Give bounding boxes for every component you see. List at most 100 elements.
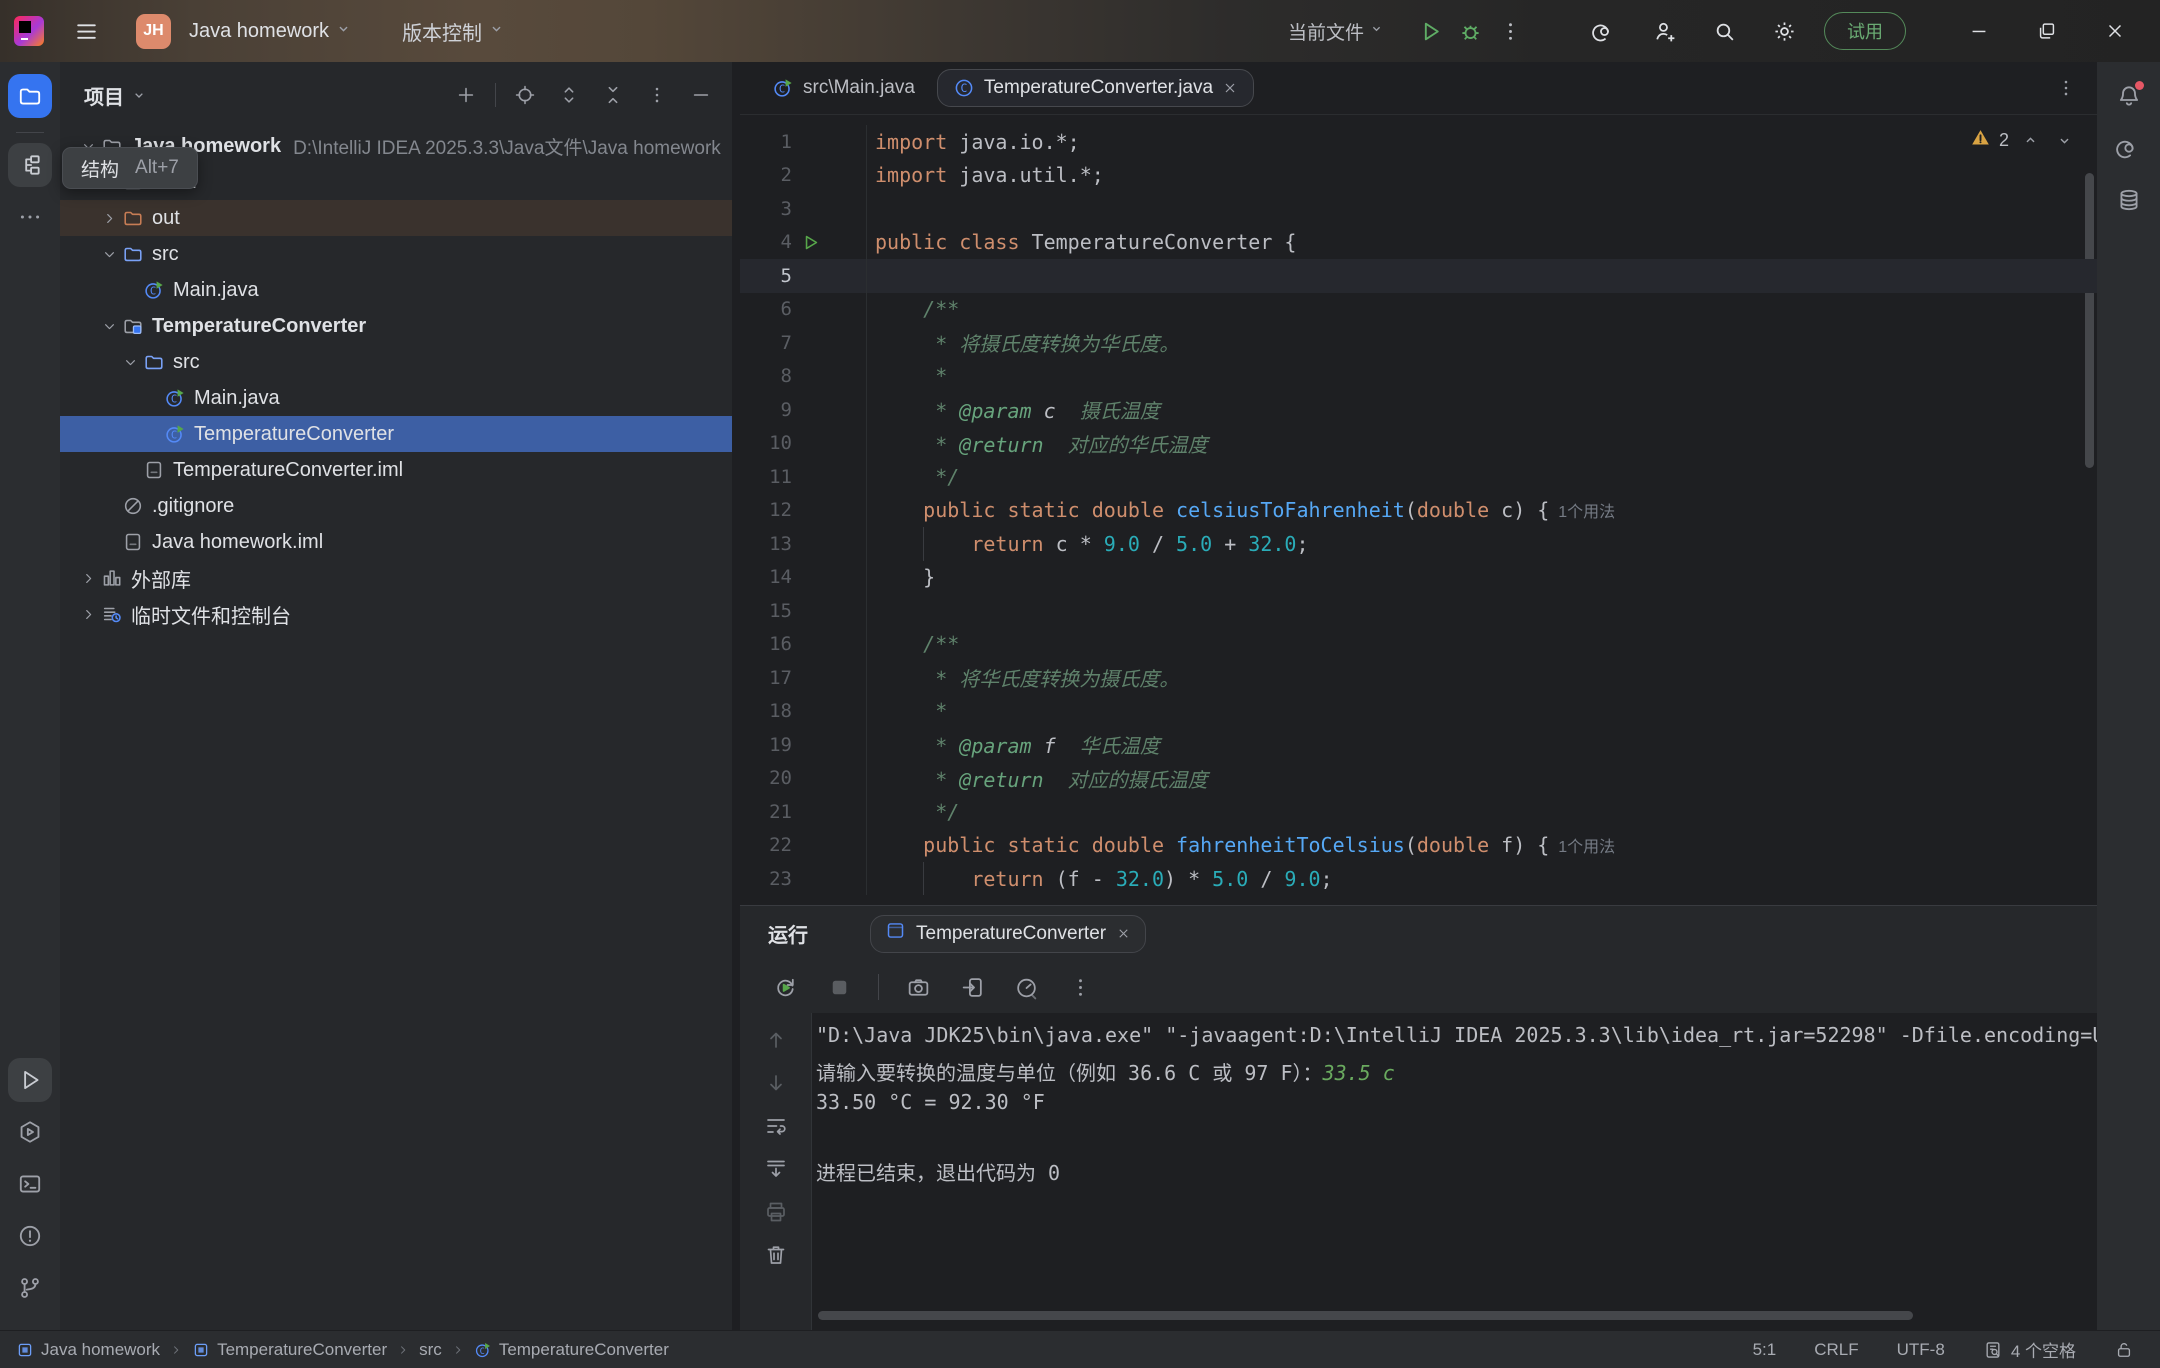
code-line[interactable]: 12 public static double celsiusToFahrenh…: [740, 494, 2097, 528]
plus-button[interactable]: [449, 78, 483, 112]
code-line[interactable]: 21 */: [740, 795, 2097, 829]
tree-row[interactable]: CMain.java: [60, 380, 732, 416]
camera-button[interactable]: [903, 972, 933, 1002]
tree-row[interactable]: TemperatureConverter: [60, 308, 732, 344]
code-line[interactable]: 18 *: [740, 695, 2097, 729]
stripe-project-folder-button[interactable]: [8, 74, 52, 118]
open-in-button[interactable]: [957, 972, 987, 1002]
code-line[interactable]: 11 */: [740, 460, 2097, 494]
editor-tab[interactable]: Csrc\Main.java: [756, 69, 931, 107]
caret-position[interactable]: 5:1: [1753, 1340, 1777, 1360]
breadcrumb-item[interactable]: TemperatureConverter: [192, 1340, 387, 1360]
ai-assistant-button[interactable]: [1584, 11, 1624, 51]
trial-badge[interactable]: 试用: [1824, 12, 1906, 50]
breadcrumb-item[interactable]: CTemperatureConverter: [474, 1340, 669, 1360]
code-line[interactable]: 9 * @param c 摄氏温度: [740, 393, 2097, 427]
run-line-icon[interactable]: [792, 233, 828, 252]
editor-tab[interactable]: CTemperatureConverter.java: [937, 69, 1254, 107]
code-line[interactable]: 23 return (f - 32.0) * 5.0 / 9.0;: [740, 862, 2097, 895]
tree-row[interactable]: TemperatureConverter.iml: [60, 452, 732, 488]
code-line[interactable]: 13 return c * 9.0 / 5.0 + 32.0;: [740, 527, 2097, 561]
stripe-run-play-button[interactable]: [8, 1058, 52, 1102]
run-configuration-selector[interactable]: 当前文件: [1288, 18, 1384, 45]
stripe-structure-button[interactable]: [8, 143, 52, 187]
tree-row[interactable]: 临时文件和控制台: [60, 596, 732, 632]
stripe-problems-button[interactable]: [8, 1214, 52, 1258]
tree-row[interactable]: Java homework.iml: [60, 524, 732, 560]
breadcrumb-item[interactable]: src: [419, 1340, 442, 1360]
code-editor[interactable]: 2 1import java.io.*;2import java.util.*;…: [740, 115, 2097, 895]
expand-all-button[interactable]: [552, 78, 586, 112]
chevron-down-icon[interactable]: [97, 246, 121, 263]
prev-problem-button[interactable]: [2017, 132, 2043, 149]
stripe-services-button[interactable]: [8, 1110, 52, 1154]
close-button[interactable]: [2092, 8, 2138, 54]
code-line[interactable]: 1import java.io.*;: [740, 125, 2097, 159]
run-tab[interactable]: TemperatureConverter: [870, 915, 1146, 953]
chevron-down-icon[interactable]: [118, 354, 142, 371]
arrow-up-button[interactable]: [763, 1027, 789, 1053]
tree-row[interactable]: .gitignore: [60, 488, 732, 524]
file-encoding[interactable]: UTF-8: [1897, 1340, 1945, 1360]
code-line[interactable]: 5: [740, 259, 2097, 293]
search-everywhere-button[interactable]: [1704, 11, 1744, 51]
restore-button[interactable]: [2024, 8, 2070, 54]
code-line[interactable]: 19 * @param f 华氏温度: [740, 728, 2097, 762]
close-icon[interactable]: [1116, 926, 1131, 941]
write-access-lock[interactable]: [2114, 1340, 2134, 1360]
stripe-ai-assistant-button[interactable]: [2107, 126, 2151, 170]
stripe-git-branch-button[interactable]: [8, 1266, 52, 1310]
debug-button[interactable]: [1450, 11, 1490, 51]
code-line[interactable]: 7 * 将摄氏度转换为华氏度。: [740, 326, 2097, 360]
breadcrumb-item[interactable]: Java homework: [16, 1340, 160, 1360]
print-button[interactable]: [763, 1199, 789, 1225]
chevron-right-icon[interactable]: [76, 570, 100, 587]
code-line[interactable]: 4public class TemperatureConverter {: [740, 226, 2097, 260]
scroll-end-button[interactable]: [763, 1156, 789, 1182]
more-vertical-button[interactable]: [1065, 972, 1095, 1002]
more-actions-button[interactable]: [1490, 11, 1530, 51]
line-ending[interactable]: CRLF: [1814, 1340, 1858, 1360]
locate-button[interactable]: [508, 78, 542, 112]
run-button[interactable]: [1410, 11, 1450, 51]
rerun-button[interactable]: [770, 972, 800, 1002]
tree-row[interactable]: out: [60, 200, 732, 236]
code-line[interactable]: 10 * @return 对应的华氏温度: [740, 427, 2097, 461]
arrow-down-button[interactable]: [763, 1070, 789, 1096]
minimize-button[interactable]: [1956, 8, 2002, 54]
stripe-terminal-button[interactable]: [8, 1162, 52, 1206]
code-line[interactable]: 2import java.util.*;: [740, 159, 2097, 193]
more-vertical-button[interactable]: [640, 78, 674, 112]
tree-row[interactable]: CMain.java: [60, 272, 732, 308]
clear-button[interactable]: [763, 1242, 789, 1268]
chevron-down-icon[interactable]: [97, 318, 121, 335]
code-line[interactable]: 20 * @return 对应的摄氏温度: [740, 762, 2097, 796]
tree-row[interactable]: src: [60, 236, 732, 272]
inspections-widget[interactable]: 2: [1970, 127, 2077, 153]
code-line[interactable]: 3: [740, 192, 2097, 226]
tree-row[interactable]: 外部库: [60, 560, 732, 596]
code-line[interactable]: 14 }: [740, 561, 2097, 595]
vcs-menu[interactable]: 版本控制: [402, 17, 505, 46]
code-line[interactable]: 17 * 将华氏度转换为摄氏度。: [740, 661, 2097, 695]
main-menu-button[interactable]: [66, 11, 106, 51]
code-line[interactable]: 16 /**: [740, 628, 2097, 662]
close-icon[interactable]: [1222, 80, 1238, 96]
soft-wrap-button[interactable]: [763, 1113, 789, 1139]
stop-button[interactable]: [824, 972, 854, 1002]
tree-row[interactable]: src: [60, 344, 732, 380]
code-with-me-button[interactable]: [1644, 11, 1684, 51]
stripe-more-h-button[interactable]: [8, 195, 52, 239]
settings-button[interactable]: [1764, 11, 1804, 51]
code-line[interactable]: 22 public static double fahrenheitToCels…: [740, 829, 2097, 863]
tree-row[interactable]: CTemperatureConverter: [60, 416, 732, 452]
code-line[interactable]: 8 *: [740, 360, 2097, 394]
tab-options-button[interactable]: [2049, 71, 2083, 105]
chevron-right-icon[interactable]: [97, 210, 121, 227]
next-problem-button[interactable]: [2051, 132, 2077, 149]
code-line[interactable]: 15: [740, 594, 2097, 628]
console-output[interactable]: "D:\Java JDK25\bin\java.exe" "-javaagent…: [812, 1013, 2097, 1330]
stripe-notifications-button[interactable]: [2107, 74, 2151, 118]
hide-button[interactable]: [684, 78, 718, 112]
chevron-right-icon[interactable]: [76, 606, 100, 623]
